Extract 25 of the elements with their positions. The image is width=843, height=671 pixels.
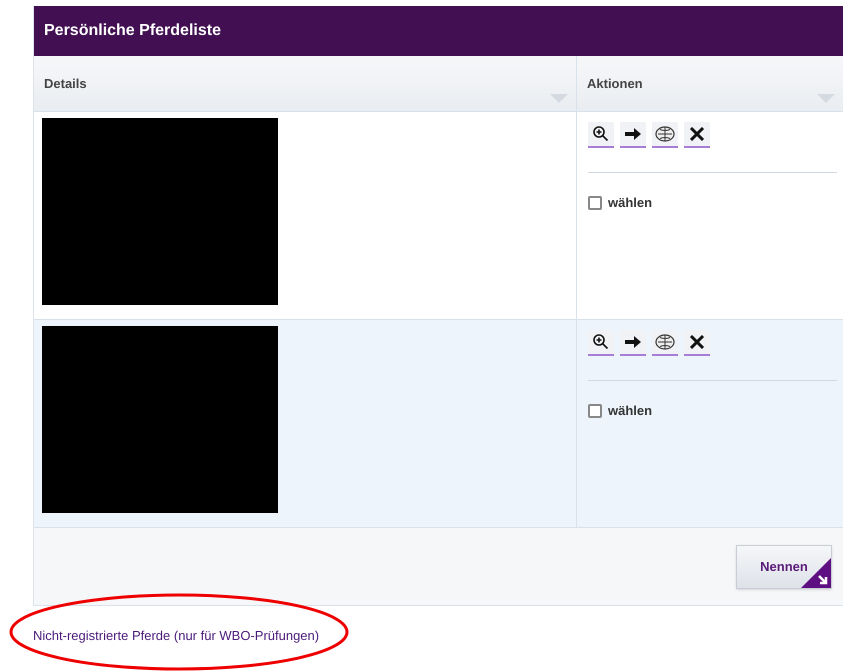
column-header[interactable]: Aktionen [577, 56, 843, 111]
arrow-button[interactable] [620, 330, 646, 356]
close-icon [690, 335, 704, 349]
magnifier-icon [592, 333, 610, 351]
delete-button[interactable] [684, 122, 710, 148]
column-header[interactable]: Details [34, 56, 577, 111]
panel-title: Persönliche Pferdeliste [44, 21, 221, 41]
delete-button[interactable] [684, 330, 710, 356]
checkbox-label: wählen [608, 194, 652, 212]
link[interactable]: Nicht-registrierte Pferde (nur für WBO-Prüfungen) [33, 628, 320, 643]
globe-icon [655, 126, 675, 142]
checkbox[interactable] [588, 404, 602, 418]
arrow-right-icon [624, 335, 642, 349]
magnifier-icon [592, 125, 610, 143]
zoom-button[interactable] [588, 122, 614, 148]
checkbox[interactable] [588, 196, 602, 210]
checkbox-label: wählen [608, 402, 652, 420]
arrow-right-icon [624, 127, 642, 141]
globe-button[interactable] [652, 122, 678, 148]
globe-button[interactable] [652, 330, 678, 356]
arrow-button[interactable] [620, 122, 646, 148]
zoom-button[interactable] [588, 330, 614, 356]
globe-icon [655, 334, 675, 350]
submit-button[interactable]: Nennen [736, 544, 832, 588]
close-icon [690, 127, 704, 141]
